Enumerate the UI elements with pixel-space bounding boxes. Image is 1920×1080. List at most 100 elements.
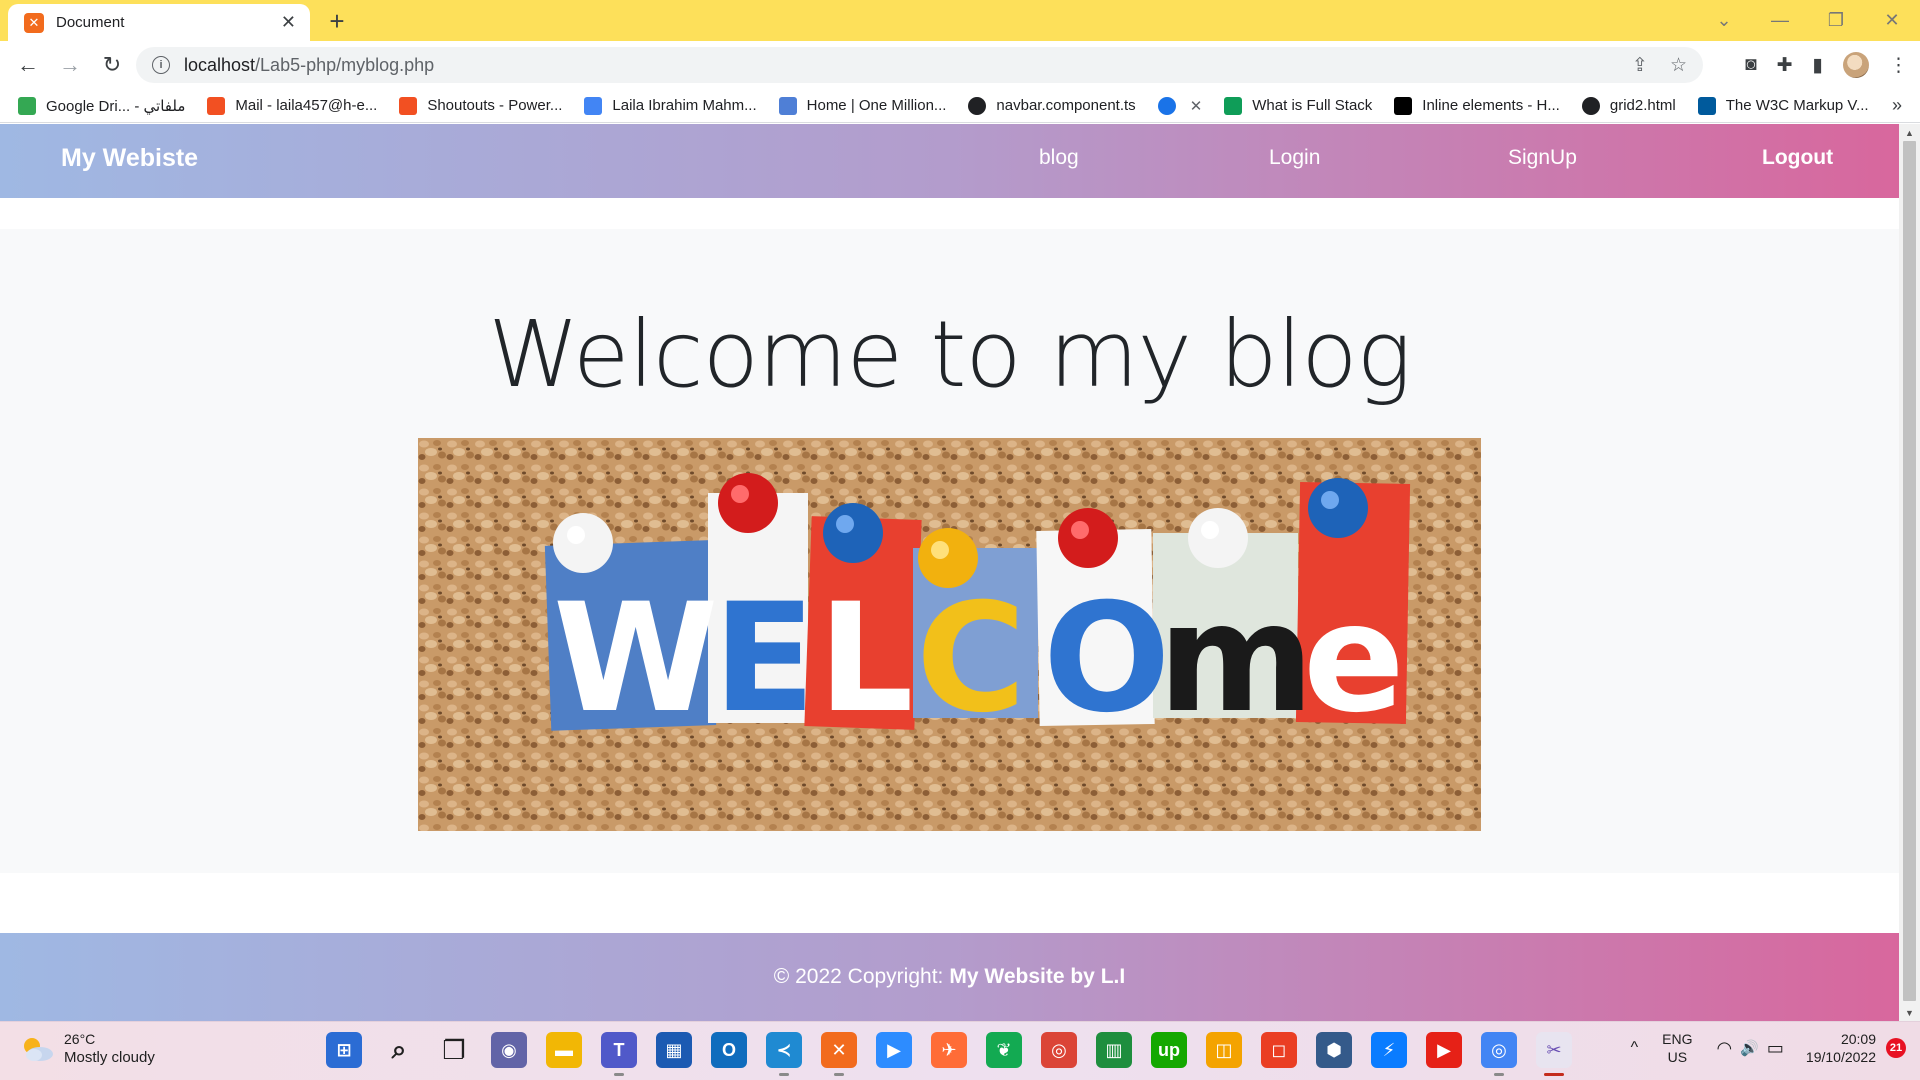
bookmark-item[interactable]: Inline elements - H... (1394, 96, 1560, 115)
snipping-tool-icon[interactable]: ✂ (1536, 1032, 1572, 1076)
share-icon[interactable]: ⇪ (1632, 54, 1648, 77)
restore-button[interactable]: ❐ (1808, 10, 1864, 31)
scroll-down-arrow-icon[interactable]: ▼ (1899, 1004, 1920, 1021)
upwork-icon[interactable]: up (1151, 1032, 1187, 1068)
postman-icon[interactable]: ✈ (931, 1032, 967, 1068)
messenger-icon[interactable]: ⚡ (1371, 1032, 1407, 1068)
bookmark-item[interactable]: navbar.component.ts (968, 96, 1136, 115)
browser-tab[interactable]: ✕ Document ✕ (8, 4, 310, 41)
bookmark-label: Mail - laila457@h-e... (235, 97, 378, 114)
sheets-icon[interactable]: ▥ (1096, 1032, 1132, 1068)
chrome-profile-icon[interactable]: ◎ (1481, 1032, 1517, 1076)
tab-strip: ✕ Document ✕ + ⌄ — ❐ ✕ (0, 0, 1920, 41)
minimize-button[interactable]: — (1752, 10, 1808, 31)
weather-widget[interactable]: 26°C Mostly cloudy (20, 1030, 155, 1067)
tab-close-icon[interactable]: ✕ (281, 12, 296, 33)
chrome-icon[interactable]: ◎ (1041, 1032, 1077, 1068)
windows-taskbar: 26°C Mostly cloudy ⊞ ⌕ ❐ ◉ ▬ T ▦ O ≺ ✕ ▶ ✈ ❦ ◎ ▥ up ◫ ◻ ⬢ ⚡… (0, 1021, 1920, 1080)
bookmark-item[interactable]: The W3C Markup V... (1697, 96, 1869, 115)
google-drive-icon (18, 96, 36, 115)
bookmark-item[interactable]: What is Full Stack (1224, 96, 1372, 115)
footer-copyright: © 2022 Copyright: (773, 965, 944, 988)
extensions-puzzle-icon[interactable]: ✚ (1777, 54, 1793, 77)
reload-button[interactable]: ↻ (92, 45, 132, 85)
bookmark-close-icon[interactable]: ✕ (1190, 97, 1203, 115)
start-icon[interactable]: ⊞ (326, 1032, 362, 1068)
banner-letter: e (1303, 572, 1405, 746)
wifi-icon[interactable]: ◠ (1717, 1038, 1733, 1059)
page-scrollbar[interactable]: ▲ ▼ (1899, 124, 1920, 1021)
mongodb-icon[interactable]: ❦ (986, 1032, 1022, 1068)
file-explorer-icon[interactable]: ▬ (546, 1032, 582, 1068)
site-footer: © 2022 Copyright: My Website by L.I (0, 933, 1899, 1021)
microsoft-icon (399, 96, 418, 115)
w3-icon (1224, 96, 1243, 115)
nav-link-blog[interactable]: blog (1039, 146, 1079, 170)
site-brand-link[interactable]: My Webiste (61, 144, 198, 173)
bookmark-item[interactable]: Mail - laila457@h-e... (207, 96, 378, 115)
w3c-icon (1697, 96, 1716, 115)
bookmark-item[interactable]: Laila Ibrahim Mahm... (584, 96, 757, 115)
bookmark-item[interactable]: Google Dri... - ملفاتي (18, 96, 186, 115)
bookmark-label: Home | One Million... (806, 97, 947, 114)
banner-letter: E (713, 572, 815, 746)
youtube-icon[interactable]: ▶ (1426, 1032, 1462, 1068)
chat-icon[interactable]: ◉ (491, 1032, 527, 1068)
bookmark-star-icon[interactable]: ☆ (1670, 54, 1687, 77)
outlook-icon[interactable]: O (711, 1032, 747, 1068)
url-text[interactable]: localhost/Lab5-php/myblog.php (184, 55, 1610, 76)
teams-icon[interactable]: T (601, 1032, 637, 1076)
clock[interactable]: 20:09 19/10/2022 (1806, 1030, 1876, 1066)
c-icon (1157, 96, 1176, 115)
store-icon[interactable]: ▦ (656, 1032, 692, 1068)
nav-link-signup[interactable]: SignUp (1508, 146, 1577, 170)
battery-icon[interactable]: ▭ (1767, 1038, 1784, 1059)
bookmark-item[interactable]: ✕ (1157, 96, 1203, 115)
search-icon[interactable]: ⌕ (381, 1032, 417, 1068)
nav-link-logout[interactable]: Logout (1762, 146, 1833, 170)
side-panel-icon[interactable]: ▮ (1813, 54, 1823, 77)
camera-extension-icon[interactable]: ◙ (1745, 54, 1756, 76)
scroll-thumb[interactable] (1903, 141, 1916, 1001)
new-tab-button[interactable]: + (322, 6, 352, 36)
bookmark-label: navbar.component.ts (996, 97, 1136, 114)
office-icon[interactable]: ◻ (1261, 1032, 1297, 1068)
bookmark-item[interactable]: grid2.html (1581, 96, 1676, 115)
page-viewport: My Webiste blog Login SignUp Logout Welc… (0, 124, 1899, 1021)
mdn-icon (1394, 96, 1413, 115)
back-button[interactable]: ← (8, 45, 48, 85)
toolbar-actions: ◙ ✚ ▮ ⋮ (1745, 47, 1908, 83)
zoom-icon[interactable]: ▶ (876, 1032, 912, 1068)
forward-button[interactable]: → (50, 45, 90, 85)
bookmark-item[interactable]: Shoutouts - Power... (399, 96, 562, 115)
taskbar-apps: ⊞ ⌕ ❐ ◉ ▬ T ▦ O ≺ ✕ ▶ ✈ ❦ ◎ ▥ up ◫ ◻ ⬢ ⚡ ▶ ◎ ✂ (326, 1032, 1572, 1076)
tab-title: Document (56, 14, 125, 31)
3d-box-icon[interactable]: ⬢ (1316, 1032, 1352, 1068)
nav-link-login[interactable]: Login (1269, 146, 1320, 170)
show-hidden-icons-chevron-icon[interactable]: ^ (1631, 1039, 1639, 1057)
tab-search-icon[interactable]: ⌄ (1696, 10, 1752, 31)
bookmark-label: The W3C Markup V... (1725, 97, 1869, 114)
pinwheel-icon (584, 96, 603, 115)
bookmarks-overflow-icon[interactable]: » (1892, 95, 1902, 116)
address-bar[interactable]: i localhost/Lab5-php/myblog.php ⇪ ☆ (136, 47, 1703, 83)
keyboard-region: US (1667, 1049, 1688, 1065)
bookmark-item[interactable]: Home | One Million... (778, 96, 947, 115)
scroll-up-arrow-icon[interactable]: ▲ (1899, 124, 1920, 141)
banner-letter: W (553, 572, 718, 746)
bookmark-label: Google Dri... - ملفاتي (46, 97, 186, 115)
volume-icon[interactable]: 🔊 (1740, 1039, 1759, 1057)
weather-description: Mostly cloudy (64, 1049, 155, 1066)
vscode-icon[interactable]: ≺ (766, 1032, 802, 1076)
close-window-button[interactable]: ✕ (1864, 10, 1920, 31)
banner-letter: C (916, 572, 1026, 746)
profile-avatar[interactable] (1843, 52, 1869, 78)
notification-count-badge[interactable]: 21 (1886, 1038, 1906, 1058)
input-language-indicator[interactable]: ENG US (1662, 1030, 1692, 1066)
site-info-icon[interactable]: i (152, 56, 170, 74)
bookmarks-bar: Google Dri... - ملفاتي Mail - laila457@h-… (0, 89, 1920, 123)
virtualbox-icon[interactable]: ◫ (1206, 1032, 1242, 1068)
task-view-icon[interactable]: ❐ (436, 1032, 472, 1068)
chrome-menu-icon[interactable]: ⋮ (1889, 54, 1908, 77)
xampp-icon[interactable]: ✕ (821, 1032, 857, 1076)
